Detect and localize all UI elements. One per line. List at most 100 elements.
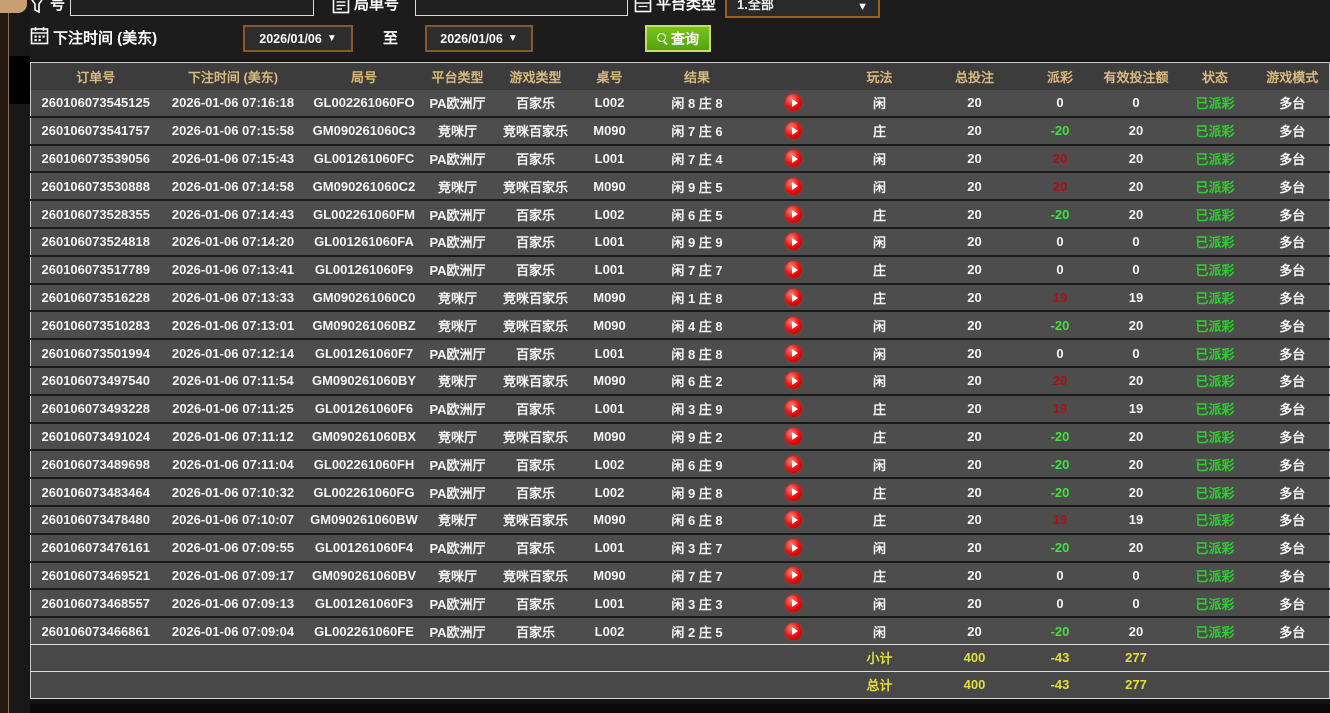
date-to-picker[interactable]: 2026/01/06 ▼ <box>425 25 533 52</box>
cell-play_type: 闲 <box>832 144 927 174</box>
column-header-status: 状态 <box>1174 62 1256 90</box>
cell-game: 百家乐 <box>492 227 579 257</box>
cell-play_type: 庄 <box>832 200 927 229</box>
play-video-icon[interactable] <box>784 122 802 140</box>
subtotal-total-bet: 400 <box>926 644 1023 672</box>
cell-status: 已派彩 <box>1174 394 1256 424</box>
total-valid-bet: 277 <box>1097 671 1175 699</box>
cell-result: 闲 6 庄 2 <box>640 366 754 396</box>
play-video-icon[interactable] <box>784 372 802 390</box>
cell-result: 闲 6 庄 8 <box>640 505 754 535</box>
table-row: 260106073539056 2026-01-06 07:15:43 GL0012… <box>30 144 1330 174</box>
cell-hall: PA欧洲厅 <box>422 589 493 619</box>
cell-hall: 竞咪厅 <box>422 505 493 535</box>
cell-mode: 多台 <box>1255 255 1330 285</box>
cell-round: GL001261060FA <box>305 227 423 257</box>
subtotal-row: 小计 400 -43 277 <box>30 644 1330 672</box>
cell-result: 闲 6 庄 9 <box>640 450 754 480</box>
play-video-icon[interactable] <box>784 622 802 640</box>
play-video-icon[interactable] <box>784 594 802 612</box>
cell-play_type: 庄 <box>832 283 927 313</box>
play-video-icon[interactable] <box>784 455 802 473</box>
cell-result: 闲 9 庄 9 <box>640 227 754 257</box>
cell-order: 260106073476161 <box>30 533 161 563</box>
cell-valid: 20 <box>1097 450 1175 480</box>
cell-valid: 0 <box>1097 589 1175 619</box>
cell-hall: PA欧洲厅 <box>422 533 493 563</box>
play-video-icon[interactable] <box>784 150 802 168</box>
play-video-icon[interactable] <box>784 539 802 557</box>
total-empty-cell <box>305 671 423 699</box>
bet-records-table: 订单号 下注时间 (美东) 局号 平台类型 游戏类型 桌号 结果 玩法 总投注 派彩 有效投注额 状态… <box>30 62 1330 699</box>
cell-play-video <box>753 227 833 257</box>
cell-result: 闲 7 庄 7 <box>640 255 754 285</box>
cell-valid: 19 <box>1097 283 1175 313</box>
cell-mode: 多台 <box>1255 339 1330 368</box>
cell-status: 已派彩 <box>1174 172 1256 202</box>
cell-play_type: 闲 <box>832 172 927 202</box>
play-video-icon[interactable] <box>784 94 802 112</box>
account-field-label: 号 <box>50 0 66 13</box>
play-video-icon[interactable] <box>784 233 802 251</box>
account-input[interactable] <box>70 0 314 16</box>
cell-table: L001 <box>578 227 641 257</box>
cell-bet: 20 <box>926 255 1023 285</box>
total-payout: -43 <box>1022 671 1098 699</box>
table-row: 260106073510283 2026-01-06 07:13:01 GM0902… <box>30 311 1330 341</box>
cell-bet: 20 <box>926 394 1023 424</box>
play-video-icon[interactable] <box>784 261 802 279</box>
cell-payout: -20 <box>1022 450 1098 480</box>
cell-time: 2026-01-06 07:15:43 <box>160 144 306 174</box>
table-row: 260106073476161 2026-01-06 07:09:55 GL0012… <box>30 533 1330 563</box>
cell-status: 已派彩 <box>1174 533 1256 563</box>
date-from-picker[interactable]: 2026/01/06 ▼ <box>243 25 353 52</box>
cell-payout: -20 <box>1022 533 1098 563</box>
round-number-input[interactable] <box>415 0 628 16</box>
play-video-icon[interactable] <box>784 483 802 501</box>
cell-table: M090 <box>578 172 641 202</box>
cell-play-video <box>753 366 833 396</box>
play-video-icon[interactable] <box>784 344 802 362</box>
cell-play_type: 闲 <box>832 339 927 368</box>
total-empty-cell <box>753 671 833 699</box>
cell-play-video <box>753 478 833 507</box>
cell-hall: PA欧洲厅 <box>422 617 493 645</box>
cell-bet: 20 <box>926 144 1023 174</box>
column-header-play-video <box>753 62 833 90</box>
column-header-total-bet: 总投注 <box>926 62 1023 90</box>
table-row: 260106073483464 2026-01-06 07:10:32 GL0022… <box>30 478 1330 507</box>
play-video-icon[interactable] <box>784 289 802 306</box>
cell-play-video <box>753 617 833 645</box>
cell-play_type: 闲 <box>832 589 927 619</box>
play-video-icon[interactable] <box>784 427 802 445</box>
play-video-icon[interactable] <box>784 177 802 195</box>
table-row: 260106073541757 2026-01-06 07:15:58 GM0902… <box>30 116 1330 146</box>
cell-bet: 20 <box>926 450 1023 480</box>
cell-game: 竞咪百家乐 <box>492 116 579 146</box>
cell-bet: 20 <box>926 283 1023 313</box>
cell-hall: PA欧洲厅 <box>422 478 493 507</box>
page-bottom-edge <box>30 704 1330 713</box>
play-video-icon[interactable] <box>784 400 802 418</box>
cell-valid: 19 <box>1097 505 1175 535</box>
play-video-icon[interactable] <box>784 205 802 223</box>
table-row: 260106073489698 2026-01-06 07:11:04 GL0022… <box>30 450 1330 480</box>
cell-round: GL001261060F7 <box>305 339 423 368</box>
cell-payout: 19 <box>1022 283 1098 313</box>
play-video-icon[interactable] <box>784 566 802 584</box>
platform-type-select[interactable]: 1.全部 ▼ <box>725 0 880 18</box>
table-header-row: 订单号 下注时间 (美东) 局号 平台类型 游戏类型 桌号 结果 玩法 总投注 派彩 有效投注额 状态… <box>30 62 1330 90</box>
play-video-icon[interactable] <box>784 511 802 529</box>
cell-order: 260106073501994 <box>30 339 161 368</box>
play-video-icon[interactable] <box>784 316 802 334</box>
cell-play-video <box>753 450 833 480</box>
cell-result: 闲 7 庄 6 <box>640 116 754 146</box>
cell-round: GL002261060FE <box>305 617 423 645</box>
cell-status: 已派彩 <box>1174 116 1256 146</box>
chevron-down-icon: ▼ <box>326 33 337 44</box>
cell-game: 百家乐 <box>492 200 579 229</box>
search-button[interactable]: 查询 <box>645 25 711 52</box>
total-empty-cell <box>640 671 754 699</box>
subtotal-empty-cell <box>753 644 833 672</box>
cell-result: 闲 9 庄 5 <box>640 172 754 202</box>
